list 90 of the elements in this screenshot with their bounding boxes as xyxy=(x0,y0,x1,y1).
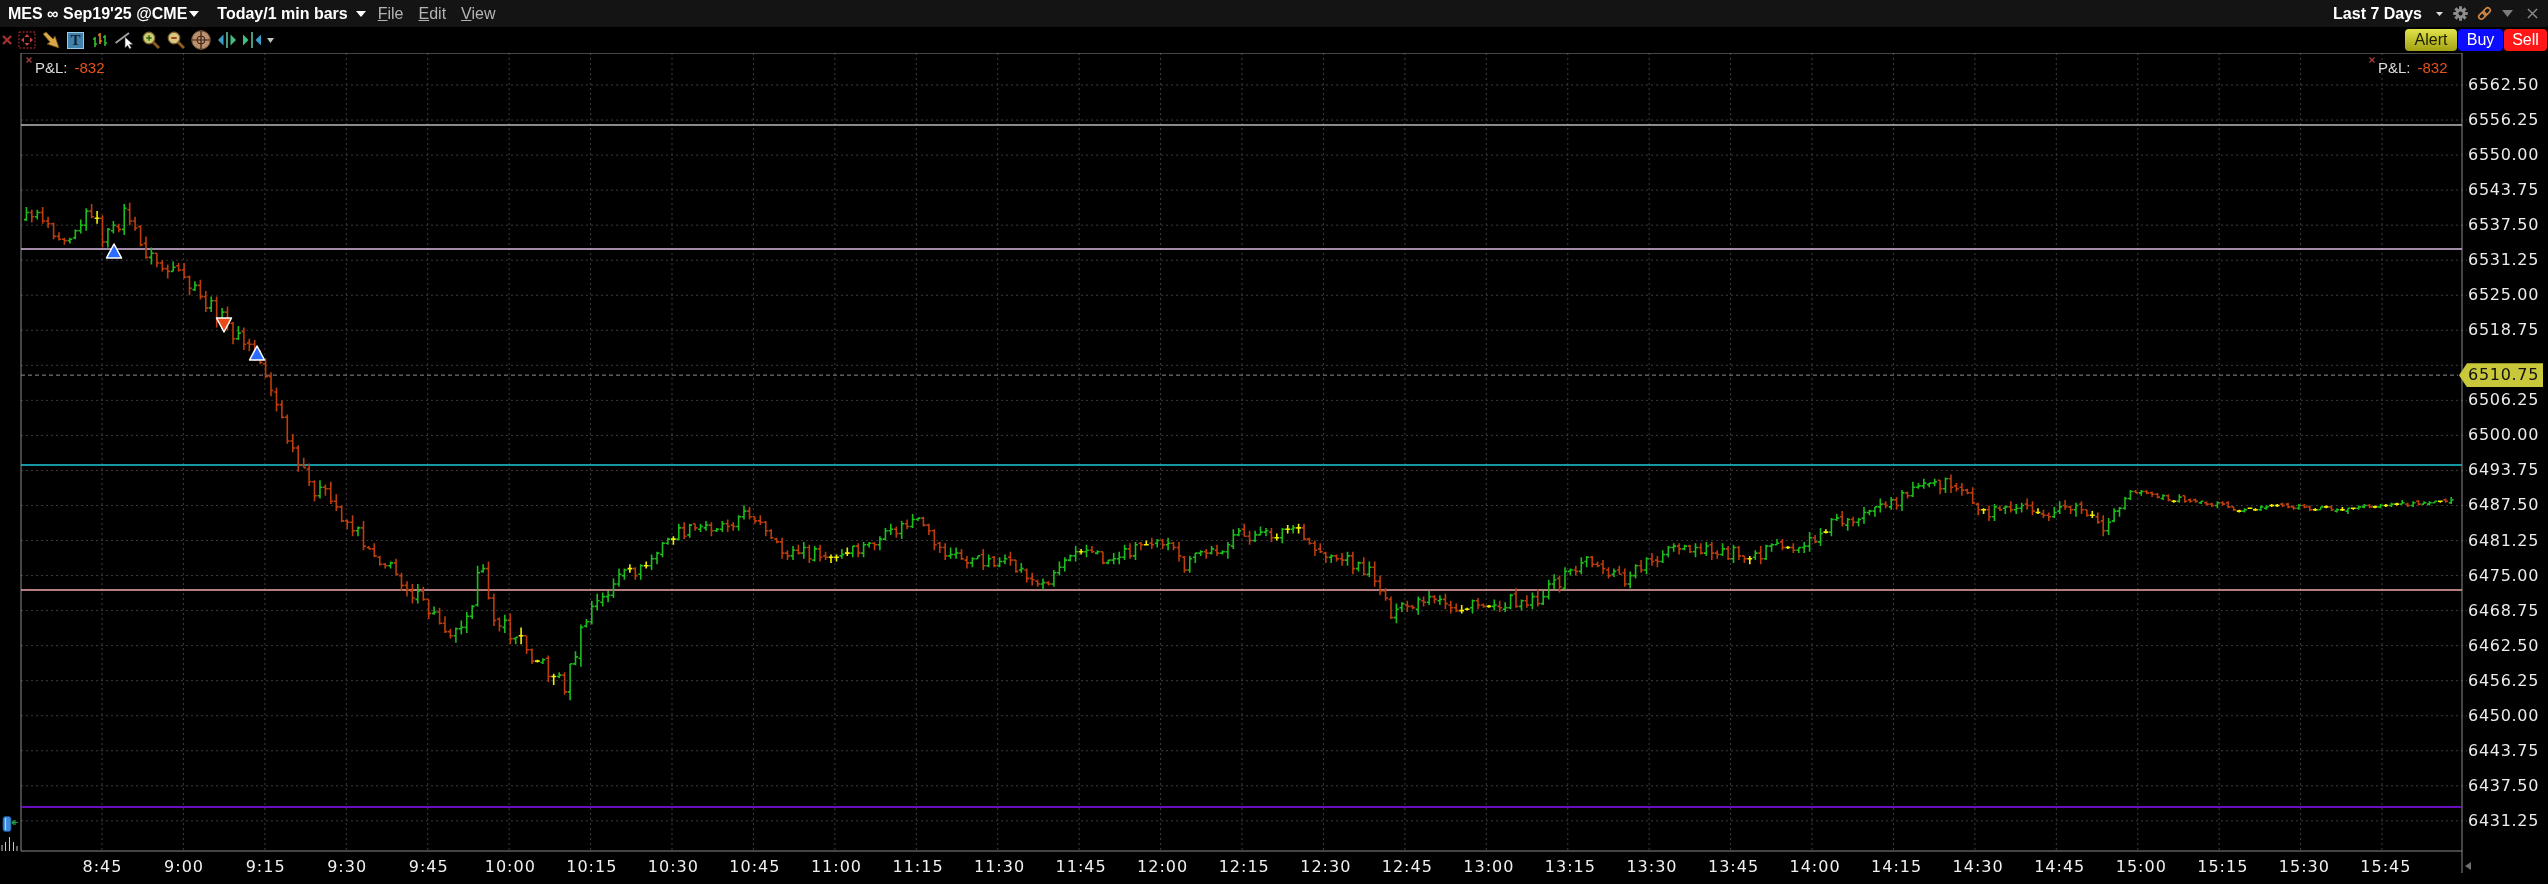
period-dropdown[interactable]: Today/1 min bars xyxy=(217,5,366,22)
time-axis-label: 11:15 xyxy=(892,859,944,875)
pnl-label: P&L: xyxy=(35,60,68,75)
time-axis-label: 14:15 xyxy=(1871,859,1923,875)
close-icon[interactable] xyxy=(2527,8,2538,19)
zoom-in-icon[interactable] xyxy=(142,31,160,49)
price-axis-label: 6531.25 xyxy=(2468,252,2540,269)
bar-chart-icon[interactable] xyxy=(92,31,109,49)
menu-item[interactable]: File xyxy=(377,5,404,22)
move-icon[interactable] xyxy=(18,31,36,49)
alert-button[interactable]: Alert xyxy=(2405,29,2457,51)
caret-icon[interactable] xyxy=(2436,11,2443,16)
compress-horizontal-icon[interactable] xyxy=(243,31,261,49)
cursor-arrow-icon[interactable] xyxy=(42,31,60,49)
time-axis-label: 10:30 xyxy=(647,859,699,875)
expand-horizontal-icon[interactable] xyxy=(218,31,236,49)
pnl-value: -832 xyxy=(74,60,105,75)
price-axis-label: 6506.25 xyxy=(2468,392,2540,409)
price-axis-label: 6500.00 xyxy=(2468,427,2540,444)
time-axis-label: 9:45 xyxy=(408,859,449,875)
time-axis-label: 8:45 xyxy=(82,859,123,875)
price-axis-label: 6481.25 xyxy=(2468,532,2540,549)
time-axis-label: 13:30 xyxy=(1626,859,1678,875)
menu-item[interactable]: View xyxy=(461,5,496,22)
text-tool-button[interactable]: T xyxy=(67,31,84,49)
caret-icon[interactable] xyxy=(267,37,274,43)
time-axis-label: 11:45 xyxy=(1055,859,1107,875)
time-axis-label: 13:45 xyxy=(1707,859,1760,875)
trend-line-icon[interactable] xyxy=(115,31,135,49)
gear-icon[interactable] xyxy=(2453,6,2468,21)
time-axis-label: 14:30 xyxy=(1952,859,2004,875)
time-axis-label: 14:00 xyxy=(1789,859,1841,875)
range-dropdown[interactable]: Last 7 Days xyxy=(2333,5,2443,22)
pnl-value: -832 xyxy=(2417,60,2448,75)
time-axis-label: 9:30 xyxy=(327,859,368,875)
handle-icon[interactable] xyxy=(2,816,19,832)
caret-icon[interactable] xyxy=(355,10,366,17)
caret-icon[interactable] xyxy=(189,10,200,17)
price-axis-label: 6450.00 xyxy=(2468,707,2540,724)
time-axis-label: 10:45 xyxy=(729,859,781,875)
time-axis-label: 13:00 xyxy=(1463,859,1515,875)
menu-item[interactable]: Edit xyxy=(418,5,447,22)
price-axis-label: 6431.25 xyxy=(2468,812,2540,829)
up-triangle-icon xyxy=(105,243,123,259)
price-axis-label: 6456.25 xyxy=(2468,672,2540,689)
time-axis-label: 15:45 xyxy=(2360,859,2412,875)
price-axis-label: 6550.00 xyxy=(2468,147,2540,164)
price-axis-label: 6487.50 xyxy=(2468,497,2540,514)
close-icon[interactable] xyxy=(26,57,32,63)
price-axis-label: 6562.50 xyxy=(2468,77,2540,93)
time-axis-label: 9:15 xyxy=(245,859,286,875)
zoom-out-icon[interactable] xyxy=(167,31,185,49)
time-axis-label: 15:15 xyxy=(2197,859,2249,875)
price-axis-label: 6525.00 xyxy=(2468,287,2540,304)
price-axis-label: 6437.50 xyxy=(2468,777,2540,794)
up-triangle-icon xyxy=(248,345,266,361)
time-axis-label: 11:30 xyxy=(974,859,1026,875)
time-axis-label: 15:30 xyxy=(2278,859,2330,875)
price-axis-label: 6443.75 xyxy=(2468,742,2540,759)
link-icon[interactable] xyxy=(2477,6,2492,21)
crosshair-icon[interactable] xyxy=(191,30,211,50)
close-icon[interactable] xyxy=(2,35,12,45)
instrument-dropdown[interactable]: MES ∞ Sep19'25 @CME xyxy=(8,5,200,22)
time-axis-label: 14:45 xyxy=(2034,859,2086,875)
price-axis-label: 6537.50 xyxy=(2468,217,2540,234)
price-axis-label: 6493.75 xyxy=(2468,462,2540,479)
sell-button[interactable]: Sell xyxy=(2504,29,2547,51)
price-axis-label: 6518.75 xyxy=(2468,322,2540,339)
time-axis-label: 12:45 xyxy=(1381,859,1433,875)
bar-chart-icon[interactable] xyxy=(1,836,18,851)
time-axis-label: 9:00 xyxy=(164,859,204,875)
current-price-tag: 6510.75 xyxy=(2459,363,2543,388)
time-axis-label: 12:30 xyxy=(1300,859,1352,875)
pnl-label: P&L: xyxy=(2378,60,2411,75)
time-axis-label: 12:15 xyxy=(1218,859,1270,875)
down-triangle-icon xyxy=(215,317,233,333)
buy-button[interactable]: Buy xyxy=(2458,29,2503,51)
price-axis-label: 6462.50 xyxy=(2468,637,2540,654)
time-axis-label: 12:00 xyxy=(1137,859,1189,875)
time-axis-label: 15:00 xyxy=(2115,859,2167,875)
time-axis-label: 10:15 xyxy=(566,859,618,875)
close-icon[interactable] xyxy=(2369,57,2375,63)
time-axis-label: 13:15 xyxy=(1544,859,1596,875)
price-axis-label: 6543.75 xyxy=(2468,182,2540,199)
price-axis-label: 6468.75 xyxy=(2468,602,2540,619)
time-axis-label: 11:00 xyxy=(810,859,862,875)
left-arrow-icon[interactable] xyxy=(2465,862,2471,870)
price-axis-label: 6556.25 xyxy=(2468,112,2540,129)
price-axis-label: 6475.00 xyxy=(2468,567,2540,584)
time-axis-label: 10:00 xyxy=(484,859,536,875)
